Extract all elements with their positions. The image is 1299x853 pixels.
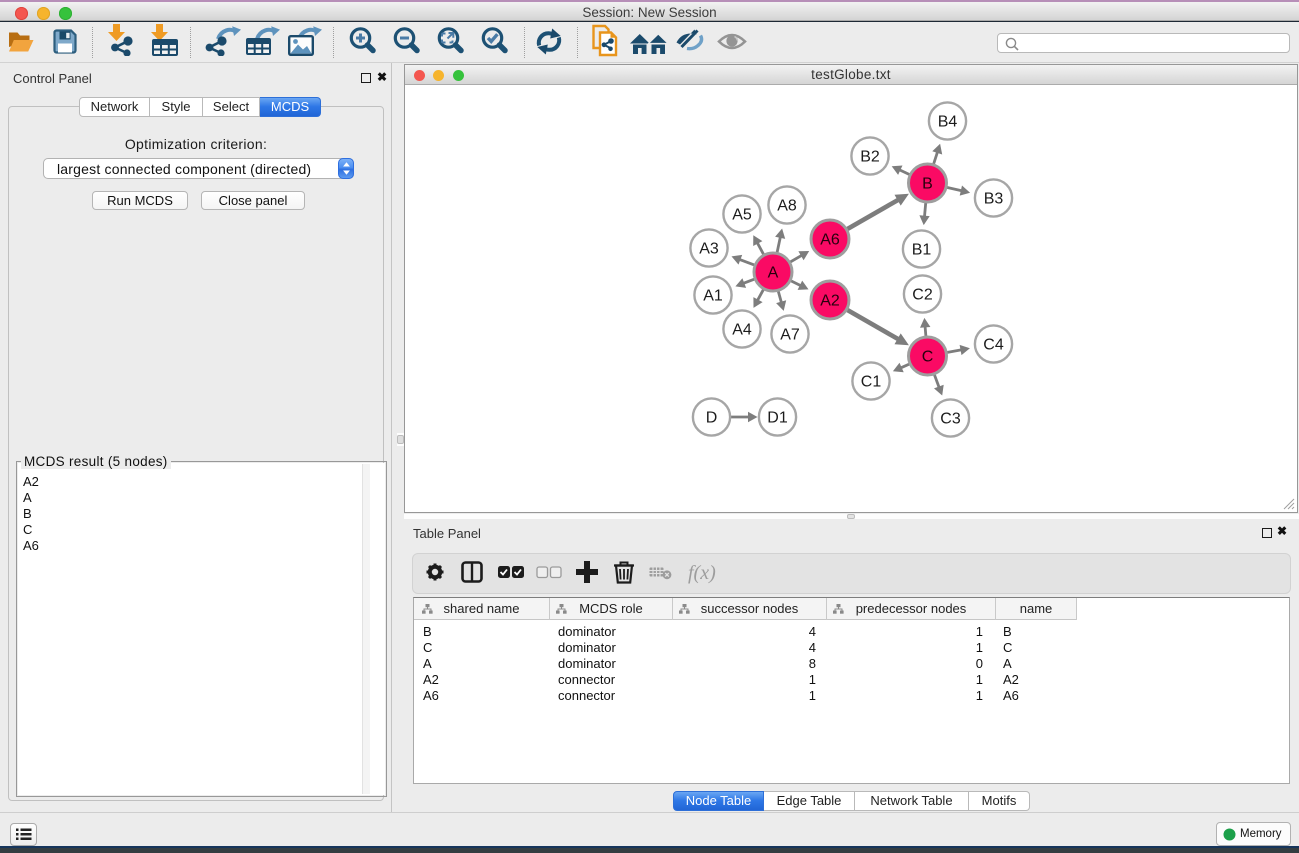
svg-text:B2: B2 (860, 149, 880, 166)
svg-text:A7: A7 (780, 327, 800, 344)
svg-text:f(x): f(x) (688, 562, 716, 584)
svg-text:A5: A5 (732, 207, 752, 224)
svg-text:C3: C3 (940, 411, 961, 428)
svg-text:C4: C4 (983, 337, 1004, 354)
svg-text:B: B (922, 176, 933, 193)
svg-text:D: D (706, 410, 718, 427)
svg-text:A: A (768, 265, 779, 282)
svg-text:A3: A3 (699, 241, 719, 258)
svg-text:D1: D1 (767, 410, 788, 427)
svg-text:A4: A4 (732, 322, 752, 339)
svg-text:A1: A1 (703, 288, 723, 305)
svg-text:B1: B1 (912, 242, 932, 259)
svg-text:B3: B3 (984, 191, 1004, 208)
svg-text:A8: A8 (777, 198, 797, 215)
svg-text:A6: A6 (820, 232, 840, 249)
svg-text:A2: A2 (820, 293, 840, 310)
svg-text:C: C (922, 349, 934, 366)
svg-text:B4: B4 (938, 114, 958, 131)
svg-text:C1: C1 (861, 374, 882, 391)
svg-text:C2: C2 (912, 287, 933, 304)
